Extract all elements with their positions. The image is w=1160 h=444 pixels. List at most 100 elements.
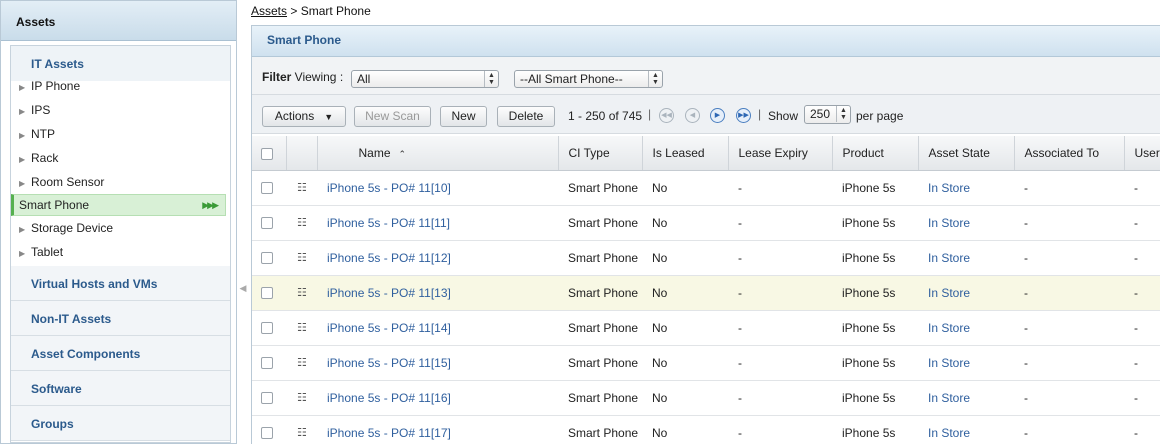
sidebar-item-ips[interactable]: ▶ IPS [11, 98, 230, 122]
asset-name-cell: iPhone 5s - PO# 11[12] [317, 240, 558, 276]
sidebar-category-virtual-hosts-and-vms[interactable]: Virtual Hosts and VMs [11, 266, 230, 301]
select-all-checkbox-cell[interactable] [252, 136, 287, 171]
lease-expiry-cell: - [728, 415, 832, 444]
product-cell: iPhone 5s [832, 345, 918, 381]
table-row[interactable]: ☷ iPhone 5s - PO# 11[15] Smart Phone No - iPh… [252, 345, 1160, 381]
triangle-right-icon: ▶ [19, 179, 26, 188]
row-checkbox-cell[interactable] [252, 345, 286, 381]
sidebar-category-groups[interactable]: Groups [11, 406, 230, 441]
row-checkbox[interactable] [261, 357, 273, 370]
table-row[interactable]: ☷ iPhone 5s - PO# 11[17] Smart Phone No - iPh… [252, 415, 1160, 444]
column-header-associated-to[interactable]: Associated To [1014, 136, 1125, 171]
sidebar-item-storage-device[interactable]: ▶ Storage Device [11, 216, 230, 240]
column-header-lease-expiry[interactable]: Lease Expiry [728, 136, 833, 171]
asset-state-cell[interactable]: In Store [918, 345, 1014, 381]
row-checkbox[interactable] [261, 252, 273, 265]
is-leased-cell: No [642, 310, 728, 346]
sidebar-item-ip-phone[interactable]: ▶ IP Phone [11, 81, 80, 98]
asset-state-cell[interactable]: In Store [918, 415, 1014, 444]
asset-state-cell[interactable]: In Store [918, 310, 1014, 346]
first-page-icon[interactable]: ◀◀ [659, 108, 674, 123]
row-checkbox-cell[interactable] [252, 415, 286, 444]
sidebar-category-non-it-assets[interactable]: Non-IT Assets [11, 301, 230, 336]
asset-name-link[interactable]: iPhone 5s - PO# 11[13] [327, 286, 451, 300]
column-header-asset-state[interactable]: Asset State [918, 136, 1015, 171]
fast-forward-icon: ▶▶▶ [202, 200, 219, 210]
ci-type-cell: Smart Phone [558, 240, 642, 276]
sidebar-header: Assets [1, 1, 236, 41]
table-row[interactable]: ☷ iPhone 5s - PO# 11[12] Smart Phone No - iPh… [252, 240, 1160, 276]
sidebar-item-rack[interactable]: ▶ Rack [11, 146, 230, 170]
sidebar-item-tablet[interactable]: ▶ Tablet [11, 240, 230, 264]
breadcrumb-assets-link[interactable]: Assets [251, 4, 287, 18]
asset-name-link[interactable]: iPhone 5s - PO# 11[16] [327, 391, 451, 405]
table-row[interactable]: ☷ iPhone 5s - PO# 11[16] Smart Phone No - iPh… [252, 380, 1160, 416]
column-header-product[interactable]: Product [832, 136, 919, 171]
sidebar-categories: Virtual Hosts and VMs Non-IT Assets Asset … [11, 266, 230, 441]
delete-button[interactable]: Delete [497, 106, 555, 127]
asset-state-cell[interactable]: In Store [918, 380, 1014, 416]
type-select[interactable]: --All Smart Phone-- ▲ ▼ [514, 70, 663, 88]
hierarchy-icon[interactable]: ☷ [286, 205, 317, 241]
row-checkbox[interactable] [261, 392, 273, 405]
hierarchy-icon[interactable]: ☷ [286, 345, 317, 381]
hierarchy-icon[interactable]: ☷ [286, 170, 317, 206]
asset-state-cell[interactable]: In Store [918, 170, 1014, 206]
row-checkbox[interactable] [261, 427, 273, 440]
row-checkbox-cell[interactable] [252, 380, 286, 416]
asset-name-link[interactable]: iPhone 5s - PO# 11[12] [327, 251, 451, 265]
hierarchy-icon[interactable]: ☷ [286, 415, 317, 444]
hierarchy-icon[interactable]: ☷ [286, 240, 317, 276]
new-scan-button[interactable]: New Scan [354, 106, 431, 127]
per-page-select[interactable]: 250 ▲ ▼ [804, 105, 851, 124]
asset-state-cell[interactable]: In Store [918, 240, 1014, 276]
last-page-icon[interactable]: ▶▶ [736, 108, 751, 123]
row-checkbox[interactable] [261, 287, 273, 300]
row-checkbox-cell[interactable] [252, 240, 286, 276]
sidebar-category-it-assets[interactable]: IT Assets [11, 46, 230, 81]
row-checkbox-cell[interactable] [252, 310, 286, 346]
asset-name-link[interactable]: iPhone 5s - PO# 11[17] [327, 426, 451, 440]
row-checkbox[interactable] [261, 182, 273, 195]
asset-name-link[interactable]: iPhone 5s - PO# 11[14] [327, 321, 451, 335]
column-header-ci-type[interactable]: CI Type [558, 136, 643, 171]
sidebar-item-room-sensor[interactable]: ▶ Room Sensor [11, 170, 230, 194]
sidebar-category-software[interactable]: Software [11, 371, 230, 406]
row-checkbox-cell[interactable] [252, 205, 286, 241]
sidebar-item-list[interactable]: ▶ IP Phone ▶ IPS ▶ NTP ▶ Rack ▶ Room Sensor Smart… [11, 81, 230, 266]
row-checkbox-cell[interactable] [252, 275, 286, 311]
new-button[interactable]: New [440, 106, 487, 127]
asset-state-cell[interactable]: In Store [918, 205, 1014, 241]
asset-name-link[interactable]: iPhone 5s - PO# 11[15] [327, 356, 451, 370]
table-row[interactable]: ☷ iPhone 5s - PO# 11[13] Smart Phone No - iPh… [252, 275, 1160, 311]
column-header-name[interactable]: Name ⌃ [317, 136, 559, 171]
asset-name-link[interactable]: iPhone 5s - PO# 11[10] [327, 181, 451, 195]
row-checkbox[interactable] [261, 322, 273, 335]
splitter-handle-icon[interactable]: ◀ [238, 271, 248, 305]
sidebar-item-ntp[interactable]: ▶ NTP [11, 122, 230, 146]
row-checkbox[interactable] [261, 217, 273, 230]
viewing-select[interactable]: All ▲ ▼ [351, 70, 499, 88]
ci-type-cell: Smart Phone [558, 415, 642, 444]
select-all-checkbox[interactable] [261, 147, 273, 160]
sidebar-item-smart-phone[interactable]: Smart Phone ▶▶▶ [11, 194, 226, 216]
lease-expiry-cell: - [728, 310, 832, 346]
previous-page-icon[interactable]: ◀ [685, 108, 700, 123]
icon-column-header [286, 136, 318, 171]
hierarchy-icon[interactable]: ☷ [286, 380, 317, 416]
actions-button[interactable]: Actions ▼ [262, 106, 346, 127]
asset-name-cell: iPhone 5s - PO# 11[16] [317, 380, 558, 416]
hierarchy-icon[interactable]: ☷ [286, 275, 317, 311]
column-header-is-leased[interactable]: Is Leased [642, 136, 729, 171]
next-page-icon[interactable]: ▶ [710, 108, 725, 123]
row-checkbox-cell[interactable] [252, 170, 286, 206]
column-header-user[interactable]: User [1124, 136, 1160, 171]
asset-state-cell[interactable]: In Store [918, 275, 1014, 311]
asset-name-link[interactable]: iPhone 5s - PO# 11[11] [327, 216, 450, 230]
table-row[interactable]: ☷ iPhone 5s - PO# 11[14] Smart Phone No - iPh… [252, 310, 1160, 346]
table-row[interactable]: ☷ iPhone 5s - PO# 11[10] Smart Phone No - iPh… [252, 170, 1160, 206]
sort-ascending-icon: ⌃ [398, 148, 407, 159]
sidebar-category-asset-components[interactable]: Asset Components [11, 336, 230, 371]
hierarchy-icon[interactable]: ☷ [286, 310, 317, 346]
table-row[interactable]: ☷ iPhone 5s - PO# 11[11] Smart Phone No - iPh… [252, 205, 1160, 241]
